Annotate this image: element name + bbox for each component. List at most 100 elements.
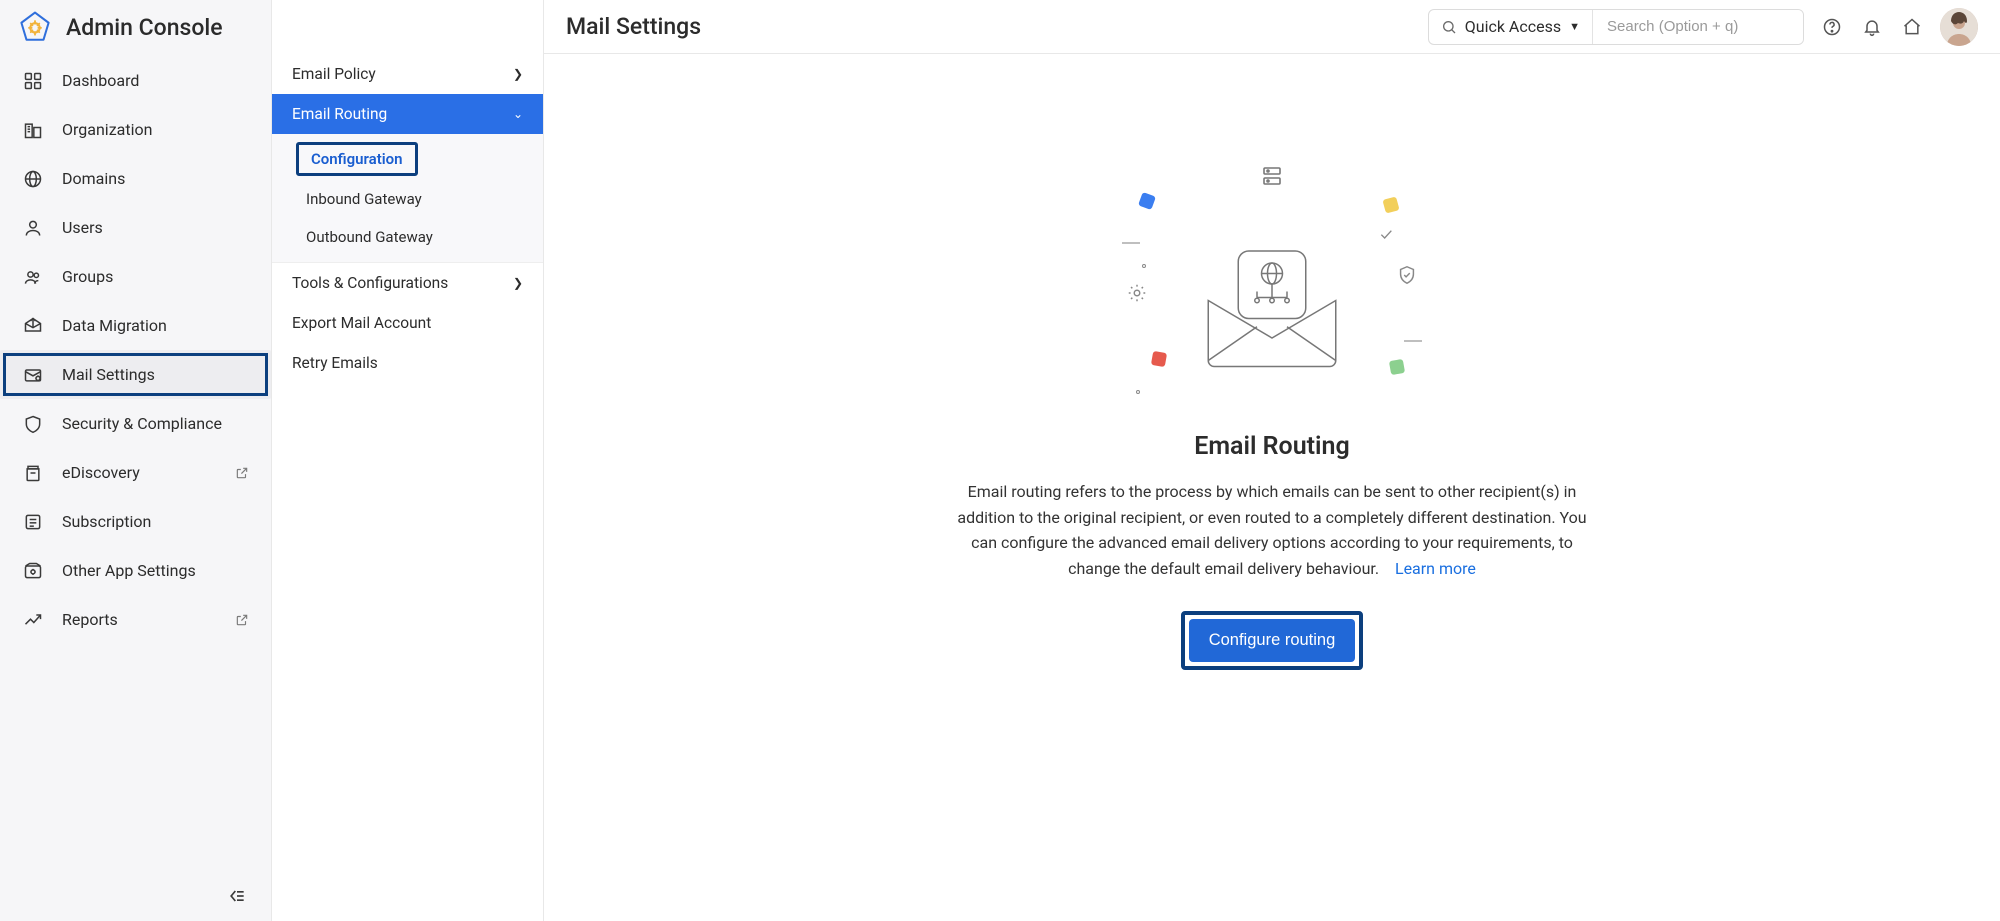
user-avatar[interactable] <box>1940 8 1978 46</box>
subnav-label: Tools & Configurations <box>292 274 448 292</box>
migration-icon <box>22 315 44 337</box>
deco-square <box>1151 351 1167 367</box>
subnav-label: Export Mail Account <box>292 314 431 332</box>
sidebar-item-groups[interactable]: Groups <box>0 252 271 301</box>
chevron-right-icon: ❯ <box>513 276 523 290</box>
configure-routing-button[interactable]: Configure routing <box>1189 619 1356 662</box>
reports-icon <box>22 609 44 631</box>
primary-nav: Dashboard Organization Domains Users Gro… <box>0 54 271 871</box>
search-input[interactable] <box>1593 10 1803 44</box>
sidebar-item-label: eDiscovery <box>62 463 140 482</box>
sidebar-item-label: Security & Compliance <box>62 414 222 433</box>
sidebar-item-organization[interactable]: Organization <box>0 105 271 154</box>
organization-icon <box>22 119 44 141</box>
sidebar-item-ediscovery[interactable]: eDiscovery <box>0 448 271 497</box>
chevron-down-icon: ⌄ <box>513 107 523 121</box>
search-container: Quick Access ▼ <box>1428 9 1804 45</box>
sidebar-item-dashboard[interactable]: Dashboard <box>0 56 271 105</box>
subnav-email-policy[interactable]: Email Policy ❯ <box>272 54 543 94</box>
subnav-label: Inbound Gateway <box>306 190 422 208</box>
shield-check-icon <box>1396 264 1418 286</box>
external-link-icon <box>235 613 249 627</box>
subnav-label: Retry Emails <box>292 354 378 372</box>
email-routing-illustration <box>1122 164 1422 404</box>
cta-highlight: Configure routing <box>1181 611 1364 670</box>
notifications-icon[interactable] <box>1860 15 1884 39</box>
gear-icon <box>1126 282 1148 304</box>
external-link-icon <box>235 466 249 480</box>
deco-square <box>1389 359 1405 375</box>
deco-line <box>1404 340 1422 342</box>
sidebar-header: Admin Console <box>0 0 271 54</box>
sidebar-item-subscription[interactable]: Subscription <box>0 497 271 546</box>
sidebar-item-label: Other App Settings <box>62 561 196 580</box>
subnav-inbound-gateway[interactable]: Inbound Gateway <box>272 180 543 218</box>
primary-sidebar: Admin Console Dashboard Organization Dom… <box>0 0 272 921</box>
app-logo-icon <box>18 10 52 44</box>
sidebar-item-other-app-settings[interactable]: Other App Settings <box>0 546 271 595</box>
sidebar-item-label: Data Migration <box>62 316 167 335</box>
quick-access-label: Quick Access <box>1465 17 1561 36</box>
deco-line <box>1122 242 1140 244</box>
ediscovery-icon <box>22 462 44 484</box>
search-icon <box>1441 19 1457 35</box>
sidebar-item-reports[interactable]: Reports <box>0 595 271 644</box>
server-icon <box>1260 164 1284 188</box>
subnav-label: Configuration <box>311 150 403 168</box>
sidebar-item-label: Domains <box>62 169 125 188</box>
secondary-sidebar: Email Policy ❯ Email Routing ⌄ Configura… <box>272 0 544 921</box>
description-text: Email routing refers to the process by w… <box>957 482 1586 578</box>
sidebar-item-label: Users <box>62 218 103 237</box>
quick-access-dropdown[interactable]: Quick Access ▼ <box>1429 10 1593 44</box>
shield-icon <box>22 413 44 435</box>
sidebar-item-users[interactable]: Users <box>0 203 271 252</box>
learn-more-link[interactable]: Learn more <box>1395 559 1476 578</box>
sidebar-item-label: Reports <box>62 610 118 629</box>
subscription-icon <box>22 511 44 533</box>
subnav-export-mail-account[interactable]: Export Mail Account <box>272 303 543 343</box>
sidebar-item-security-compliance[interactable]: Security & Compliance <box>0 399 271 448</box>
topbar: Mail Settings Quick Access ▼ <box>544 0 2000 54</box>
dashboard-icon <box>22 70 44 92</box>
globe-icon <box>22 168 44 190</box>
deco-dot <box>1142 264 1146 268</box>
home-icon[interactable] <box>1900 15 1924 39</box>
caret-down-icon: ▼ <box>1569 20 1580 33</box>
content-description: Email routing refers to the process by w… <box>952 479 1592 581</box>
check-icon <box>1378 226 1394 242</box>
groups-icon <box>22 266 44 288</box>
subnav-configuration[interactable]: Configuration <box>296 142 418 176</box>
app-title: Admin Console <box>66 14 223 41</box>
subnav-email-routing[interactable]: Email Routing ⌄ <box>272 94 543 134</box>
subnav-email-routing-children: Configuration Inbound Gateway Outbound G… <box>272 134 543 263</box>
collapse-sidebar-icon[interactable] <box>227 886 247 906</box>
deco-dot <box>1136 390 1140 394</box>
envelope-icon <box>1182 248 1362 368</box>
sidebar-item-domains[interactable]: Domains <box>0 154 271 203</box>
main-area: Mail Settings Quick Access ▼ <box>544 0 2000 921</box>
subnav-label: Email Routing <box>292 105 387 123</box>
subnav-label: Outbound Gateway <box>306 228 433 246</box>
sidebar-item-label: Organization <box>62 120 152 139</box>
chevron-right-icon: ❯ <box>513 67 523 81</box>
subnav-label: Email Policy <box>292 65 376 83</box>
sidebar-item-label: Groups <box>62 267 113 286</box>
content-area: Email Routing Email routing refers to th… <box>544 54 2000 921</box>
sidebar-item-mail-settings[interactable]: Mail Settings <box>0 350 271 399</box>
deco-square <box>1138 192 1156 210</box>
mail-settings-icon <box>22 364 44 386</box>
help-icon[interactable] <box>1820 15 1844 39</box>
sidebar-item-label: Subscription <box>62 512 151 531</box>
content-heading: Email Routing <box>1194 432 1350 461</box>
sidebar-item-label: Dashboard <box>62 71 139 90</box>
subnav-tools-configurations[interactable]: Tools & Configurations ❯ <box>272 263 543 303</box>
page-title: Mail Settings <box>566 13 701 40</box>
subnav-outbound-gateway[interactable]: Outbound Gateway <box>272 218 543 256</box>
sidebar-item-data-migration[interactable]: Data Migration <box>0 301 271 350</box>
user-icon <box>22 217 44 239</box>
subnav-retry-emails[interactable]: Retry Emails <box>272 343 543 383</box>
sidebar-footer <box>0 871 271 921</box>
sidebar-item-label: Mail Settings <box>62 365 155 384</box>
deco-square <box>1382 196 1399 213</box>
app-settings-icon <box>22 560 44 582</box>
